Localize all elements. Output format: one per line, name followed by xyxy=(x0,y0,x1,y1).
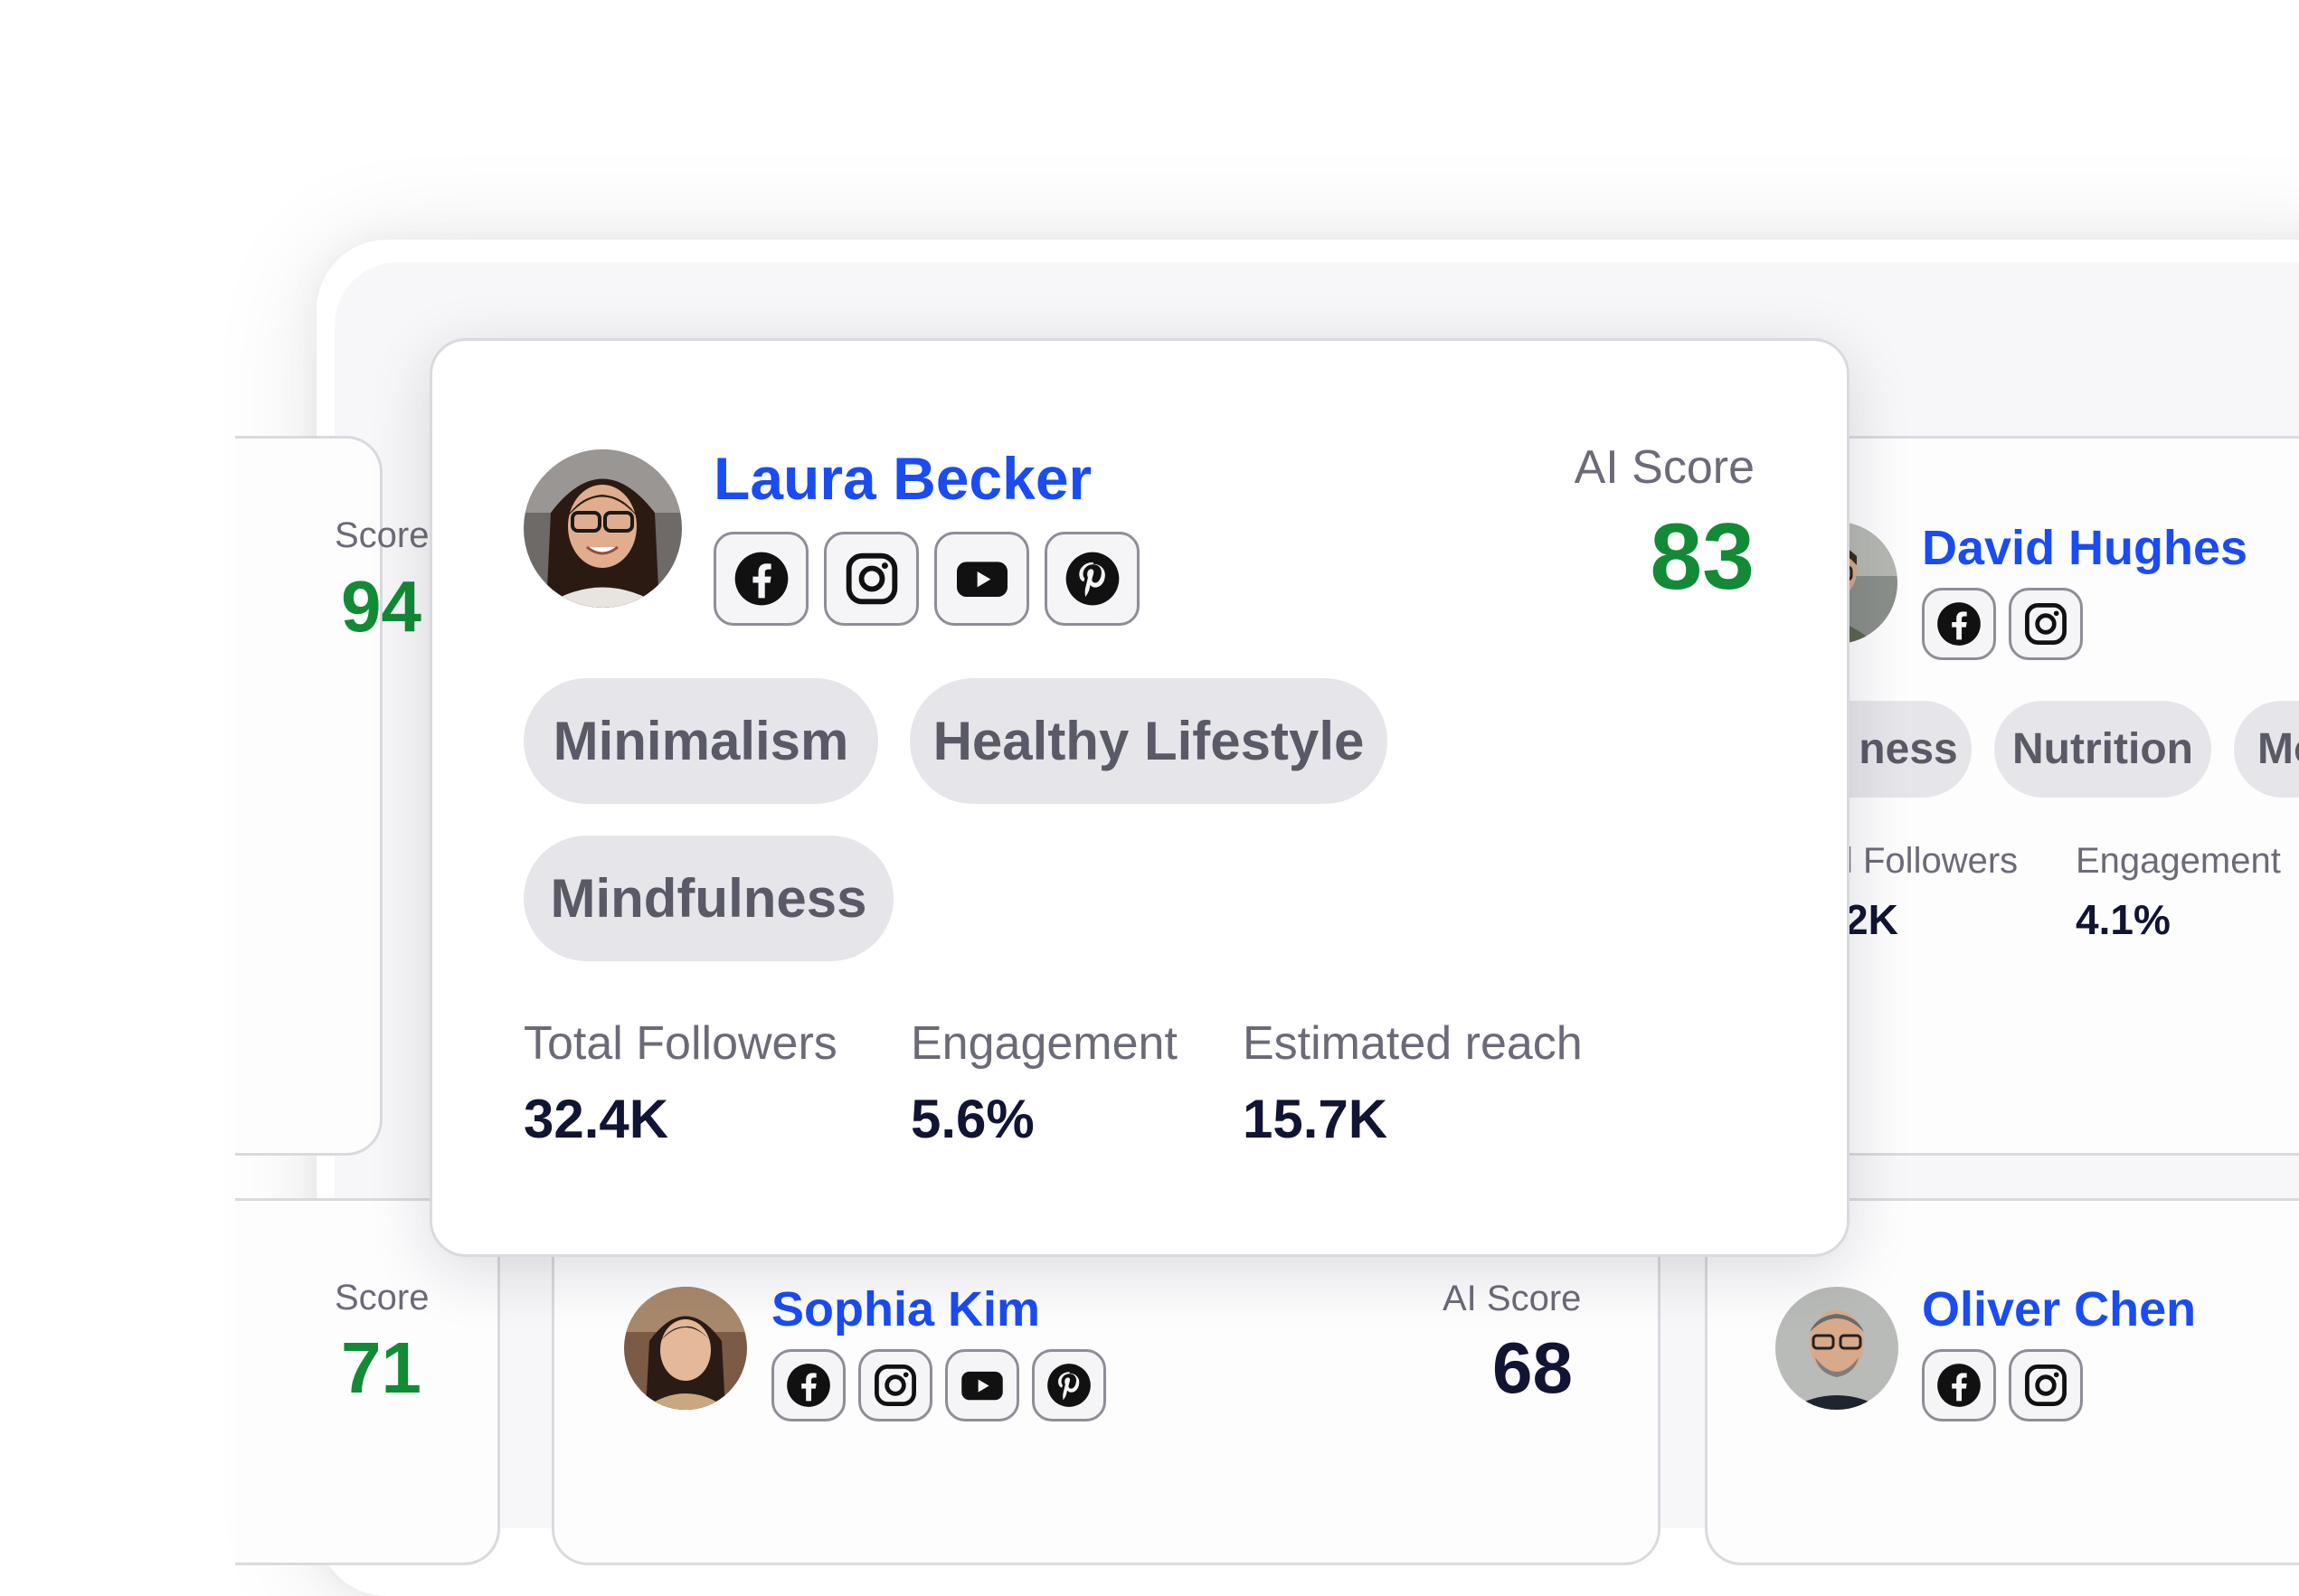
facebook-icon[interactable] xyxy=(771,1349,846,1421)
tag-david-2: Nutrition xyxy=(1994,701,2211,798)
youtube-icon[interactable] xyxy=(945,1349,1019,1421)
estimated-reach-label: Estimated reach xyxy=(1243,1017,1583,1070)
facebook-icon[interactable] xyxy=(1922,1349,1996,1421)
estimated-reach-value: 15.7K xyxy=(1243,1089,1388,1149)
facebook-icon[interactable] xyxy=(1922,588,1996,660)
ai-score-value: 83 xyxy=(1650,505,1755,609)
pinterest-icon[interactable] xyxy=(1045,532,1140,626)
total-followers-label: Total Followers xyxy=(524,1017,837,1070)
name-oliver-chen[interactable]: Oliver Chen xyxy=(1922,1281,2196,1337)
engagement-value: 5.6% xyxy=(911,1089,1035,1149)
avatar-oliver-chen[interactable] xyxy=(1775,1287,1898,1410)
instagram-icon[interactable] xyxy=(824,532,919,626)
david-followers-value: 2K xyxy=(1845,896,1898,943)
name-laura-becker[interactable]: Laura Becker xyxy=(714,444,1092,513)
sophia-score-value: 68 xyxy=(1492,1327,1573,1408)
avatar-laura-becker[interactable] xyxy=(524,449,682,608)
name-david-hughes[interactable]: David Hughes xyxy=(1922,520,2247,576)
engagement-label: Engagement xyxy=(911,1017,1178,1070)
name-sophia-kim[interactable]: Sophia Kim xyxy=(771,1281,1040,1337)
sophia-score-label: AI Score xyxy=(1443,1279,1582,1318)
left-score-value: 94 xyxy=(341,566,421,647)
david-engagement-label: Engagement xyxy=(2076,841,2281,881)
pinterest-icon[interactable] xyxy=(1032,1349,1106,1421)
left-score-label: Score xyxy=(335,515,430,555)
david-followers-label: l Followers xyxy=(1845,841,2019,881)
instagram-icon[interactable] xyxy=(858,1349,932,1421)
tag-healthy-lifestyle: Healthy Lifestyle xyxy=(910,678,1387,804)
influencer-card-laura-becker[interactable]: Laura Becker AI Score 83 Minimalism Heal… xyxy=(430,338,1850,1257)
david-engagement-value: 4.1% xyxy=(2076,896,2171,943)
facebook-icon[interactable] xyxy=(714,532,809,626)
left-bottom-score-label: Score xyxy=(335,1278,430,1317)
left-bottom-score-value: 71 xyxy=(341,1327,421,1408)
tag-minimalism: Minimalism xyxy=(524,678,878,804)
avatar-sophia-kim[interactable] xyxy=(624,1287,747,1410)
instagram-icon[interactable] xyxy=(2009,588,2083,660)
instagram-icon[interactable] xyxy=(2009,1349,2083,1421)
tag-mindfulness: Mindfulness xyxy=(524,836,894,961)
ai-score-label: AI Score xyxy=(1574,441,1755,494)
youtube-icon[interactable] xyxy=(934,532,1029,626)
total-followers-value: 32.4K xyxy=(524,1089,669,1149)
